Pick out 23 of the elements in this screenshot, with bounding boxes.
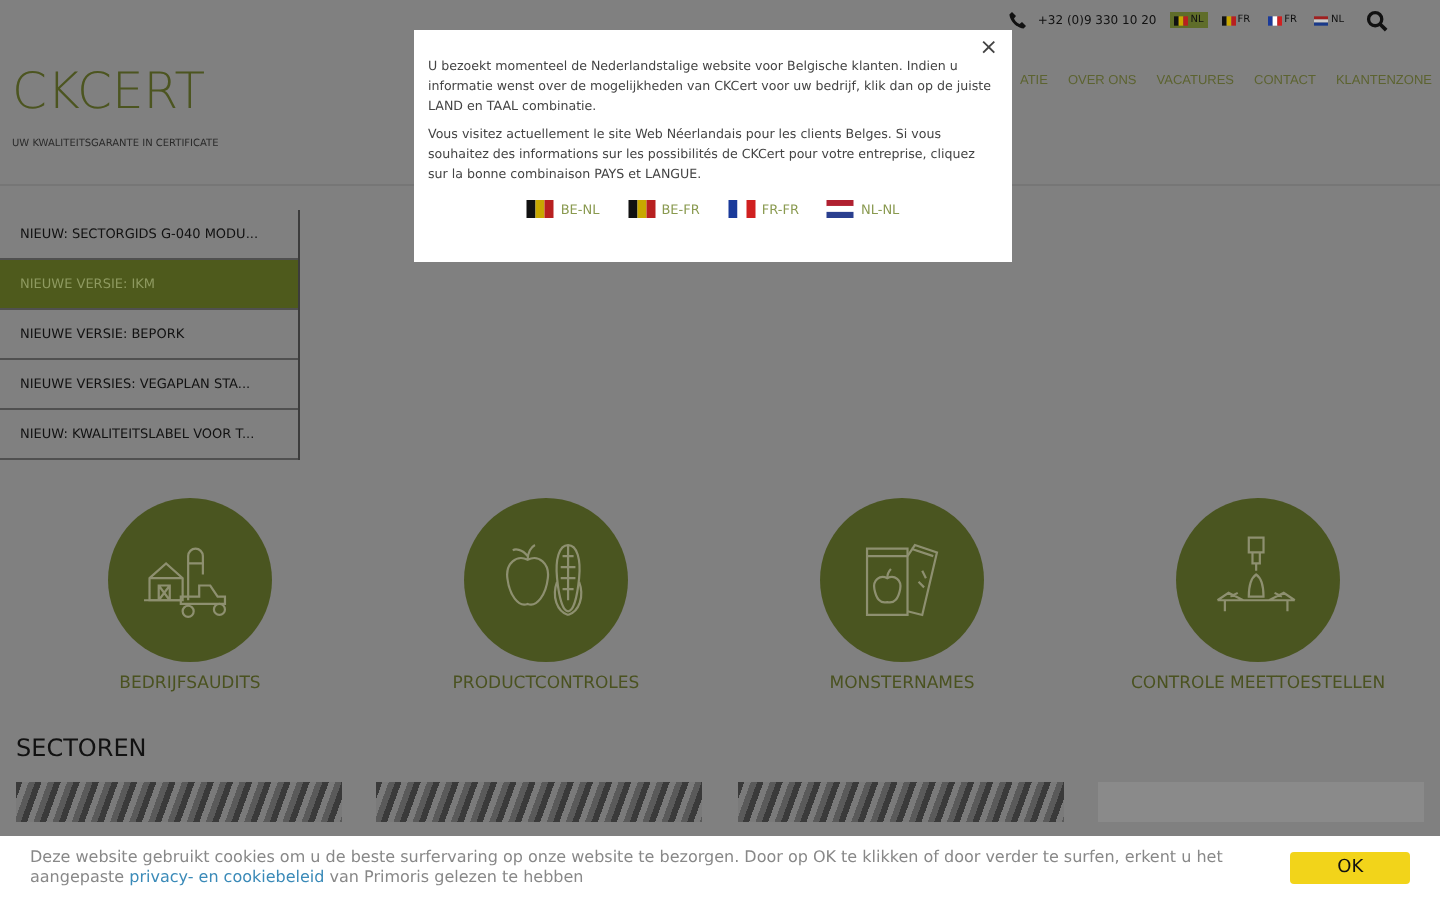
photo-placeholder[interactable] xyxy=(737,782,1064,822)
flag-icon xyxy=(1314,15,1329,25)
photo-placeholder[interactable] xyxy=(376,782,703,822)
close-button[interactable]: × xyxy=(979,36,998,60)
photo-placeholder[interactable] xyxy=(16,782,342,822)
flag-icon xyxy=(1174,15,1189,25)
cookie-notice: Deze website gebruikt cookies om u de beste surfervaring op onze website te bezorgen. Door op OK te klikken of door verder te surfen, erkent u het aangepaste privacy- en cookiebeleid van Primoris gelezen te hebben xyxy=(30,848,1225,888)
flag-icon xyxy=(826,200,855,218)
search-icon[interactable] xyxy=(1366,9,1388,31)
privacy-policy-link[interactable]: privacy- en cookiebeleid xyxy=(129,868,325,886)
section-heading: SECTOREN xyxy=(16,734,149,762)
flag-icon xyxy=(627,200,656,218)
service-link[interactable]: MONSTERNAMES xyxy=(829,674,975,694)
flag-icon xyxy=(727,200,756,218)
service-link[interactable]: CONTROLE MEETTOESTELLEN xyxy=(1130,674,1386,694)
service-link[interactable]: PRODUCTCONTROLES xyxy=(452,674,640,694)
flag-icon xyxy=(1268,15,1283,25)
service-link[interactable]: BEDRIJFSAUDITS xyxy=(119,674,261,694)
flag-icon xyxy=(1221,15,1236,25)
flag-icon xyxy=(526,200,555,218)
ok-button[interactable]: OK xyxy=(1290,852,1410,884)
phone-icon xyxy=(1007,10,1028,30)
logo-wordmark[interactable]: CKCERT xyxy=(12,62,219,122)
